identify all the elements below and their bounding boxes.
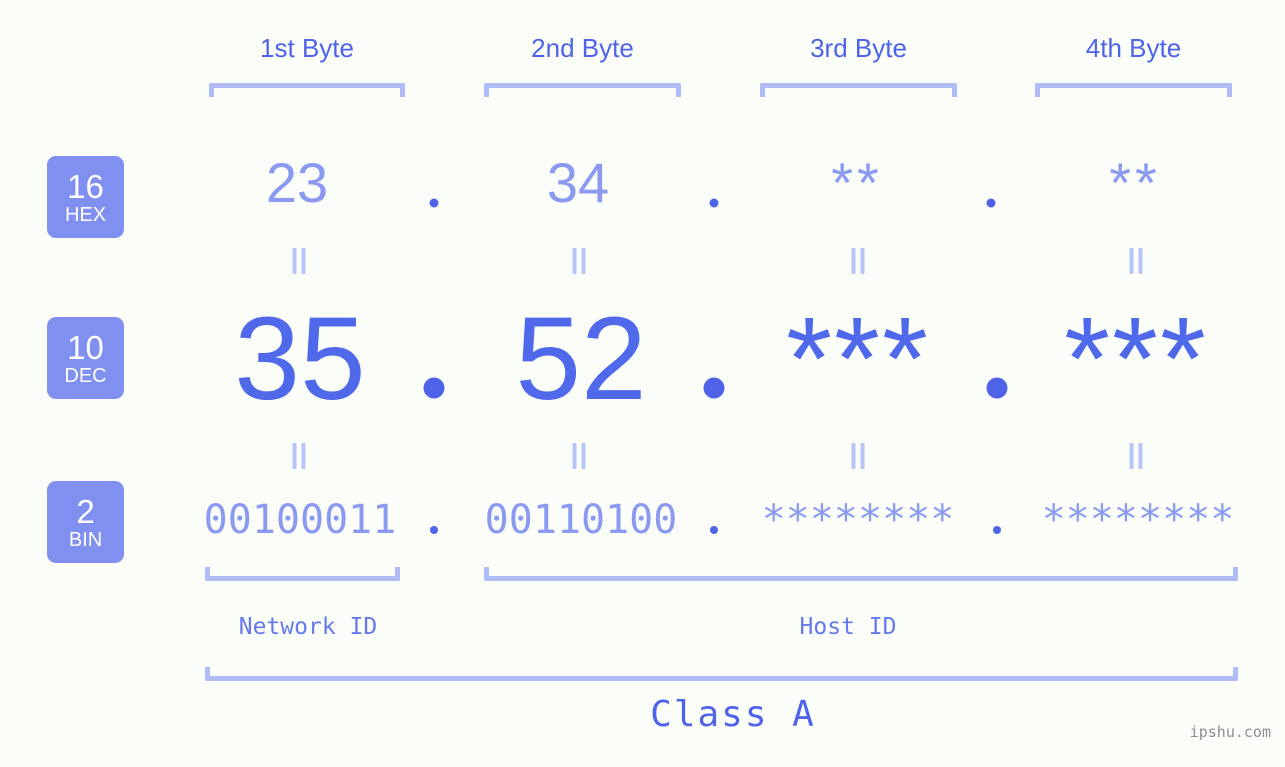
bin-byte-2: 00110100 <box>484 497 678 543</box>
base-badge-number: 10 <box>67 328 104 366</box>
dec-byte-3: *** <box>786 293 930 425</box>
equivalence-mark-dec-bin-3 <box>851 443 865 469</box>
equivalence-mark-hex-dec-1 <box>292 248 306 274</box>
byte-header-2: 2nd Byte <box>484 33 681 64</box>
hex-separator-dot-1 <box>429 198 439 208</box>
byte-bracket-1 <box>209 83 405 97</box>
equivalence-mark-dec-bin-2 <box>572 443 586 469</box>
hex-byte-1: 23 <box>265 151 329 214</box>
base-badge-number: 2 <box>76 492 95 530</box>
equivalence-mark-dec-bin-1 <box>292 443 306 469</box>
base-badge-name: HEX <box>64 203 107 226</box>
base-badge-number: 16 <box>67 167 104 205</box>
equivalence-mark-dec-bin-4 <box>1129 443 1143 469</box>
dec-separator-dot-1 <box>423 377 445 399</box>
hex-separator-dot-3 <box>986 198 996 208</box>
site-watermark: ipshu.com <box>1189 723 1271 741</box>
equivalence-mark-hex-dec-2 <box>572 248 586 274</box>
bin-byte-4: ******** <box>1041 497 1235 543</box>
bin-separator-dot-3 <box>993 526 1001 534</box>
base-badge-name: DEC <box>64 364 107 387</box>
network-id-bracket <box>205 567 400 581</box>
byte-header-3: 3rd Byte <box>760 33 957 64</box>
bin-byte-3: ******** <box>761 497 955 543</box>
byte-header-label: 4th Byte <box>1085 33 1182 63</box>
byte-bracket-3 <box>760 83 957 97</box>
host-id-bracket <box>484 567 1238 581</box>
dec-byte-2: 52 <box>515 293 647 425</box>
byte-bracket-4 <box>1035 83 1232 97</box>
bin-byte-1: 00100011 <box>203 497 397 543</box>
byte-bracket-2 <box>484 83 681 97</box>
hex-separator-dot-2 <box>709 198 719 208</box>
hex-byte-2: 34 <box>546 151 610 214</box>
equivalence-mark-hex-dec-3 <box>851 248 865 274</box>
equivalence-mark-hex-dec-4 <box>1129 248 1143 274</box>
base-badge-bin: 2 BIN <box>47 481 124 563</box>
dec-byte-1: 35 <box>234 293 366 425</box>
dec-separator-dot-2 <box>703 377 725 399</box>
network-id-label: Network ID <box>238 614 378 640</box>
class-bracket <box>205 667 1238 681</box>
base-badge-name: BIN <box>68 528 103 551</box>
byte-header-label: 2nd Byte <box>531 33 634 63</box>
hex-byte-4: ** <box>1109 151 1161 214</box>
byte-header-label: 1st Byte <box>260 33 354 63</box>
base-badge-hex: 16 HEX <box>47 156 124 238</box>
byte-header-1: 1st Byte <box>209 33 405 64</box>
byte-header-4: 4th Byte <box>1035 33 1232 64</box>
base-badge-dec: 10 DEC <box>47 317 124 399</box>
host-id-label: Host ID <box>799 614 897 640</box>
class-label: Class A <box>650 694 816 735</box>
hex-byte-3: ** <box>831 151 883 214</box>
dec-byte-4: *** <box>1064 293 1208 425</box>
ip-byte-diagram: 1st Byte 2nd Byte 3rd Byte 4th Byte 16 H… <box>0 0 1285 767</box>
bin-separator-dot-2 <box>710 526 718 534</box>
dec-separator-dot-3 <box>986 377 1008 399</box>
bin-separator-dot-1 <box>430 526 438 534</box>
byte-header-label: 3rd Byte <box>810 33 907 63</box>
